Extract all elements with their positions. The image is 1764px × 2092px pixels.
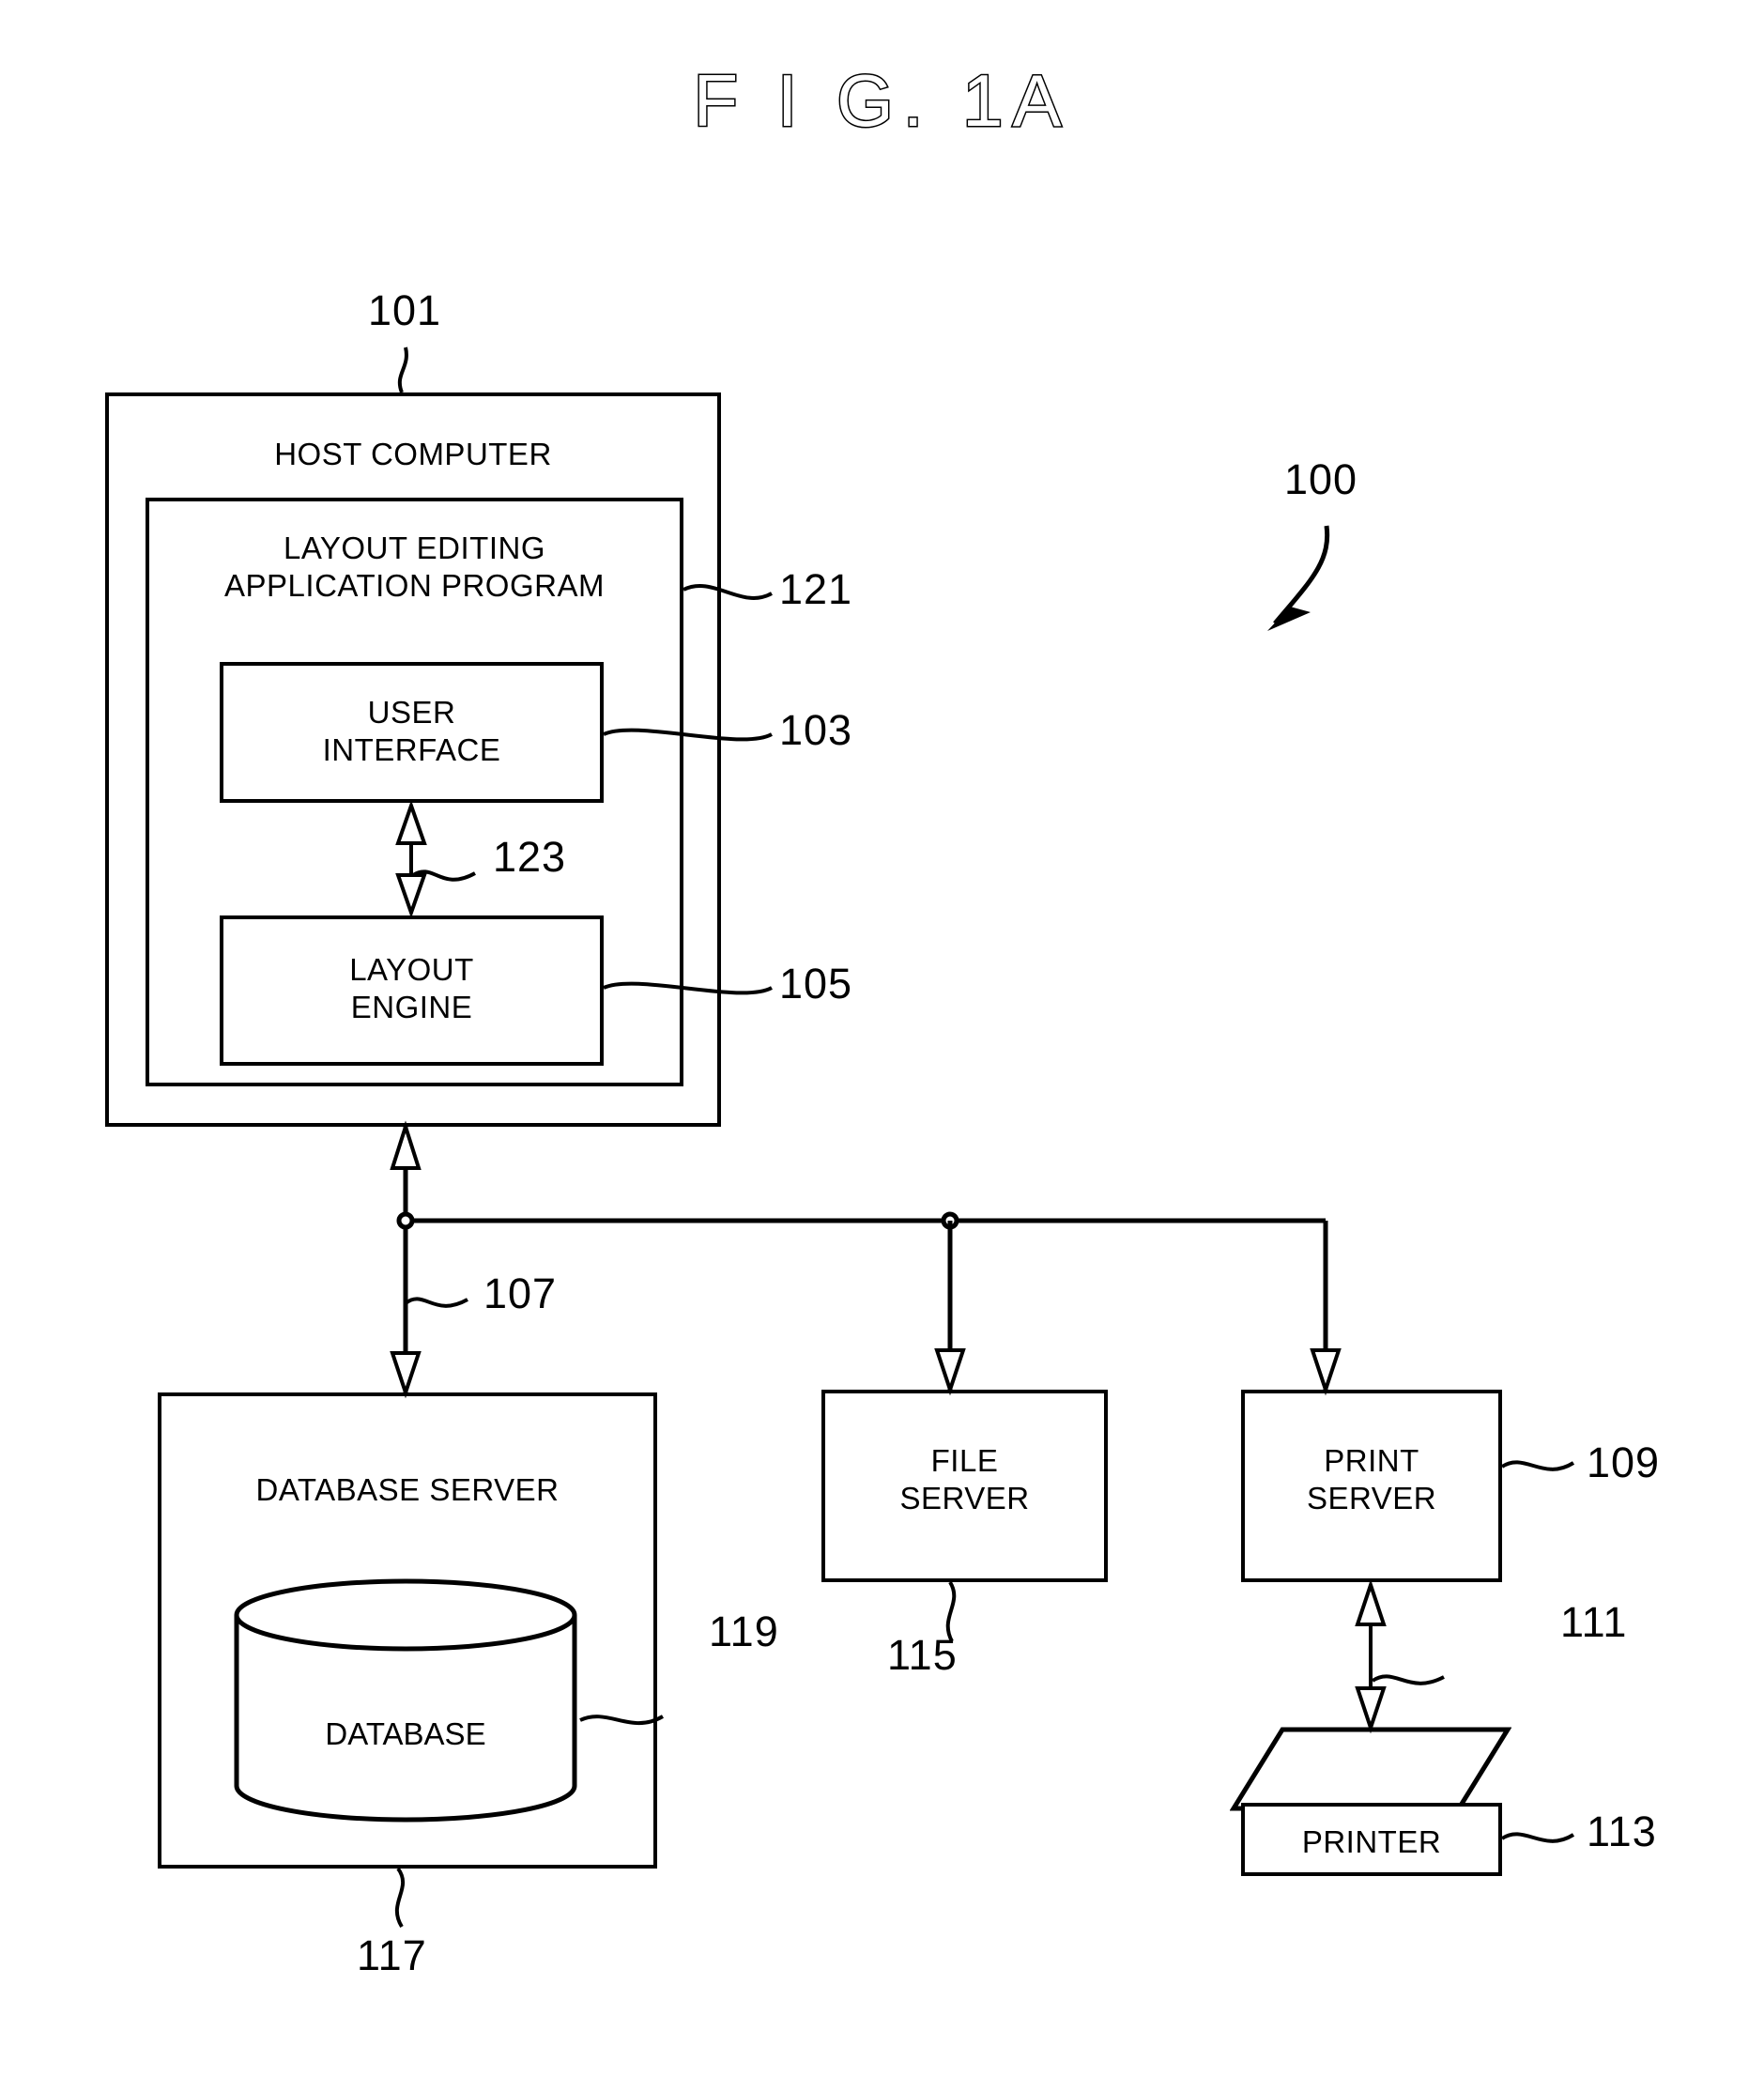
leader-121 bbox=[683, 583, 773, 600]
leader-100-arrowhead bbox=[1267, 607, 1311, 631]
leader-101 bbox=[397, 346, 408, 393]
leader-103 bbox=[603, 728, 773, 742]
network-arrowhead-to-database-server bbox=[390, 1351, 422, 1399]
link-111-arrowhead-up bbox=[1355, 1578, 1387, 1626]
leader-115 bbox=[945, 1580, 957, 1642]
link-123-arrowhead-down bbox=[395, 873, 427, 919]
leader-109 bbox=[1500, 1460, 1575, 1471]
network-arrowhead-to-file-server bbox=[934, 1348, 966, 1396]
leader-119 bbox=[579, 1715, 665, 1726]
leader-113 bbox=[1500, 1832, 1575, 1843]
diagram-connectors: .ln{fill:none;stroke:#000;stroke-width:4… bbox=[390, 346, 1575, 1929]
leader-111 bbox=[1371, 1674, 1445, 1685]
network-junction-database bbox=[396, 1211, 415, 1230]
link-111-arrowhead-down bbox=[1355, 1686, 1387, 1734]
network-arrowhead-to-print-server bbox=[1310, 1348, 1342, 1396]
network-arrowhead-to-host bbox=[390, 1120, 422, 1170]
leader-100-arrow-line bbox=[1273, 525, 1330, 625]
leader-105 bbox=[603, 981, 773, 995]
link-123-arrowhead-up bbox=[395, 799, 427, 845]
leader-107 bbox=[404, 1297, 468, 1308]
leader-117 bbox=[394, 1867, 406, 1929]
